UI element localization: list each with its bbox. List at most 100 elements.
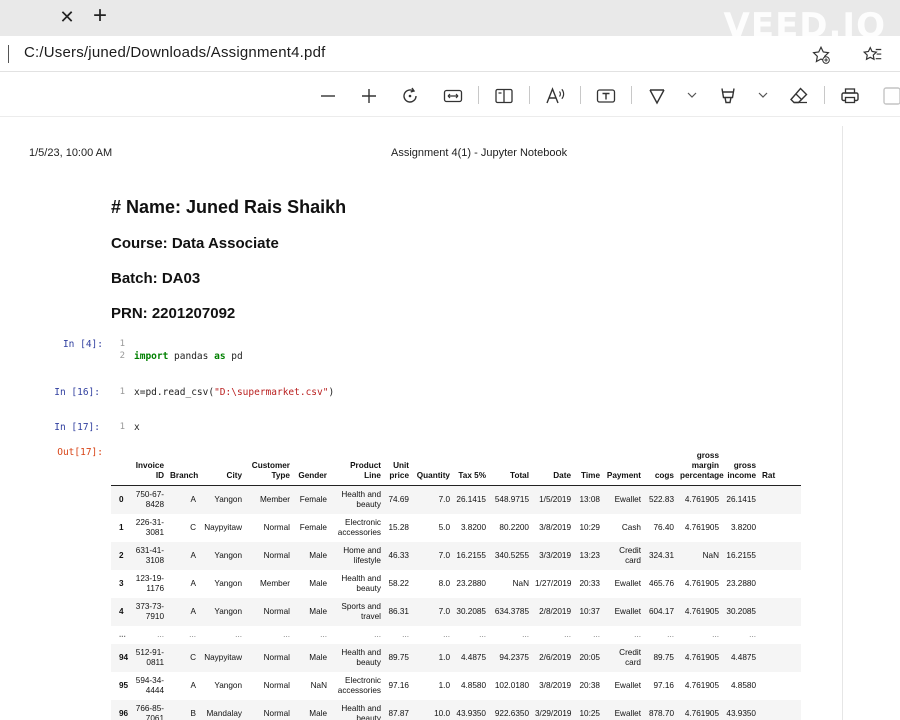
eraser-icon[interactable] <box>787 84 811 108</box>
table-cell: Health and beauty <box>341 574 381 593</box>
table-cell: 58.22 <box>388 578 410 588</box>
table-cell: 97.16 <box>653 680 675 690</box>
highlight-icon[interactable] <box>716 84 740 108</box>
table-cell <box>759 541 801 570</box>
line-number: 2 <box>119 351 125 361</box>
toolbar-divider <box>529 86 530 104</box>
line-number: 1 <box>119 422 125 432</box>
row-index: 94 <box>111 643 129 672</box>
table-cell: Normal <box>263 522 290 532</box>
column-header: Customer Type <box>251 461 290 480</box>
table-cell: Ewallet <box>614 578 641 588</box>
prn-heading: PRN: 2201207092 <box>111 305 236 322</box>
column-header: Date <box>553 471 571 480</box>
column-header: gross margin percentage <box>680 451 724 480</box>
table-cell: 10.0 <box>412 699 453 720</box>
zoom-in-icon[interactable] <box>357 84 381 108</box>
table-cell: ... <box>564 629 571 639</box>
table-row: 94 512-91-0811 C Naypyitaw Normal Male Health … <box>111 643 801 672</box>
table-cell: A <box>167 485 199 514</box>
cell-prompt: In [17]: <box>54 422 100 433</box>
cell-prompt: In [4]: <box>62 339 103 350</box>
print-date: 1/5/23, 10:00 AM <box>29 147 113 159</box>
favorites-icon[interactable] <box>862 44 884 66</box>
table-cell: 8.0 <box>438 578 450 588</box>
rotate-icon[interactable] <box>398 84 422 108</box>
table-cell: 3.8200 <box>730 522 756 532</box>
table-cell: Health and beauty <box>330 699 384 720</box>
table-cell: 604.17 <box>644 597 677 626</box>
column-header <box>111 451 129 486</box>
table-cell: 522.83 <box>644 485 677 514</box>
toolbar-divider <box>824 86 825 104</box>
table-cell: 548.9715 <box>489 485 532 514</box>
table-cell: Male <box>293 597 330 626</box>
text-box-icon[interactable] <box>594 84 618 108</box>
table-cell: ... <box>157 629 164 639</box>
table-cell: Normal <box>245 699 293 720</box>
table-cell: 4.761905 <box>677 643 722 672</box>
table-cell: 94.2375 <box>489 643 532 672</box>
table-cell: ... <box>443 629 450 639</box>
print-icon[interactable] <box>838 84 862 108</box>
table-cell: 2/6/2019 <box>532 643 574 672</box>
table-cell: 74.69 <box>384 485 412 514</box>
table-cell: Yangon <box>199 541 245 570</box>
table-cell: B <box>167 699 199 720</box>
address-separator <box>8 45 9 63</box>
table-cell: Normal <box>263 680 290 690</box>
fit-width-icon[interactable] <box>441 84 465 108</box>
zoom-out-icon[interactable] <box>316 84 340 108</box>
page-edge <box>842 126 843 720</box>
table-cell: A <box>167 597 199 626</box>
table-cell <box>759 643 801 672</box>
close-tab-icon[interactable]: ✕ <box>56 6 78 28</box>
table-cell: 3/29/2019 <box>532 699 574 720</box>
table-cell: 766-85-7061 <box>129 699 167 720</box>
row-index: 3 <box>119 578 124 588</box>
read-aloud-icon[interactable] <box>543 84 567 108</box>
table-cell: Credit card <box>603 541 644 570</box>
toolbar-divider <box>478 86 479 104</box>
table-cell: 750-67-8428 <box>129 485 167 514</box>
new-tab-button[interactable]: + <box>88 3 112 29</box>
table-cell: Health and beauty <box>330 485 384 514</box>
table-cell: 87.87 <box>384 699 412 720</box>
table-cell: 20:38 <box>579 680 601 690</box>
column-header: Tax 5% <box>458 471 486 480</box>
table-cell: ... <box>712 629 719 639</box>
table-cell: 1.0 <box>438 680 450 690</box>
address-bar: C:/Users/juned/Downloads/Assignment4.pdf <box>0 36 900 72</box>
table-cell: 3/8/2019 <box>539 680 571 690</box>
table-header-row: Invoice ID Branch City Customer Type Gender P… <box>111 451 801 486</box>
add-favorite-icon[interactable] <box>810 44 832 66</box>
table-cell: 3.8200 <box>460 522 486 532</box>
table-cell: NaN <box>677 541 722 570</box>
table-cell: 3/3/2019 <box>532 541 574 570</box>
address-field[interactable]: C:/Users/juned/Downloads/Assignment4.pdf <box>24 44 325 61</box>
table-cell: 10:25 <box>574 699 603 720</box>
chevron-down-icon[interactable] <box>686 88 698 102</box>
table-cell: 43.9350 <box>453 699 489 720</box>
row-index: 95 <box>119 680 129 690</box>
table-cell: 10:37 <box>574 597 603 626</box>
table-cell: Yangon <box>214 578 242 588</box>
code-line: x=pd.read_csv("D:\supermarket.csv") <box>134 387 335 398</box>
chevron-down-icon[interactable] <box>757 88 769 102</box>
table-cell: 465.76 <box>648 578 674 588</box>
column-header: Product Line <box>350 461 381 480</box>
page-view-icon[interactable] <box>492 84 516 108</box>
table-cell: ... <box>479 629 486 639</box>
table-cell: ... <box>374 629 381 639</box>
table-cell: Credit card <box>603 643 644 672</box>
table-cell: Female <box>293 485 330 514</box>
table-cell: 1.0 <box>412 643 453 672</box>
table-cell: 4.761905 <box>677 597 722 626</box>
table-cell: Sports and travel <box>330 597 384 626</box>
table-cell: 30.2085 <box>453 597 489 626</box>
column-header: Rat <box>762 471 776 480</box>
table-cell: 46.33 <box>384 541 412 570</box>
draw-icon[interactable] <box>645 84 669 108</box>
save-icon[interactable] <box>880 84 900 108</box>
column-header: Invoice ID <box>135 461 164 480</box>
